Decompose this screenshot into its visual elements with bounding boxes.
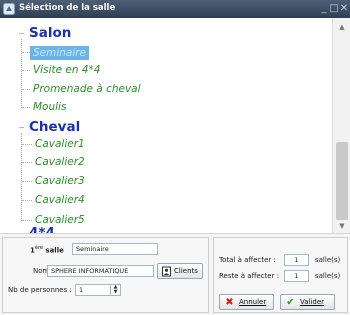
- room-selection-window: Sélection de la salle _ □ ✕ − Salon Semi…: [0, 0, 350, 315]
- tree-connector: [22, 107, 30, 108]
- tree-connector: [22, 220, 32, 221]
- bottom-panel: 1ère salle Seminaire Nom SPHERE INFORMAT…: [0, 233, 350, 315]
- tree-connector: [22, 70, 30, 71]
- validate-button[interactable]: ✔ Valider: [280, 294, 335, 310]
- collapse-icon[interactable]: −: [17, 29, 26, 38]
- cancel-x-icon: ✖: [225, 297, 234, 308]
- tree-connector: [22, 162, 32, 163]
- clients-icon: [161, 266, 172, 277]
- tree-item-seminaire[interactable]: Seminaire: [30, 46, 90, 60]
- reste-unit: salle(s): [315, 272, 341, 280]
- tree-group-cheval[interactable]: Cheval: [29, 119, 80, 135]
- tree-connector: [22, 144, 32, 145]
- nb-personnes-label: Nb de personnes :: [8, 286, 72, 294]
- tree-item-moulis[interactable]: Moulis: [33, 101, 66, 113]
- booking-form: 1ère salle Seminaire Nom SPHERE INFORMAT…: [2, 237, 209, 313]
- tree-item-cavalier3[interactable]: Cavalier3: [35, 175, 85, 187]
- salle-field[interactable]: Seminaire: [72, 243, 158, 255]
- tree-group-salon[interactable]: Salon: [29, 25, 71, 41]
- window-title: Sélection de la salle: [19, 3, 116, 13]
- salle-label: 1ère salle: [30, 245, 64, 255]
- scroll-up-icon[interactable]: ▲: [337, 22, 347, 32]
- scroll-down-icon[interactable]: ▼: [337, 221, 347, 231]
- tree-item-visite[interactable]: Visite en 4*4: [33, 64, 100, 76]
- total-value: 1: [284, 254, 309, 266]
- reste-label: Reste à affecter :: [219, 272, 280, 280]
- tree-item-promenade[interactable]: Promenade à cheval: [33, 83, 141, 95]
- checkmark-icon: ✔: [286, 297, 295, 308]
- stepper-arrows-icon[interactable]: ▲ ▼: [110, 285, 120, 295]
- nb-personnes-stepper[interactable]: 1 ▲ ▼: [75, 284, 121, 296]
- total-label: Total à affecter :: [219, 256, 276, 264]
- scroll-thumb[interactable]: [336, 142, 348, 220]
- cancel-button[interactable]: ✖ Annuler: [219, 294, 274, 310]
- tree-scrollbar[interactable]: ▲ ▼: [332, 18, 350, 233]
- tree-connector: [22, 200, 32, 201]
- tree-item-cavalier2[interactable]: Cavalier2: [35, 156, 85, 168]
- room-tree: − Salon Seminaire Visite en 4*4 Promenad…: [0, 18, 332, 233]
- tree-connector: [22, 89, 30, 90]
- tree-group-4x4[interactable]: 4*4: [29, 225, 55, 233]
- summary-panel: Total à affecter : 1 salle(s) Reste à af…: [213, 237, 348, 313]
- app-icon: [3, 3, 15, 15]
- tree-connector: [21, 133, 22, 221]
- close-button[interactable]: ✕: [338, 2, 350, 15]
- collapse-icon[interactable]: −: [17, 123, 26, 132]
- tree-connector: [22, 52, 30, 53]
- clients-button[interactable]: Clients: [157, 263, 203, 279]
- nom-field[interactable]: SPHERE INFORMATIQUE: [47, 265, 154, 277]
- tree-connector: [21, 39, 22, 108]
- tree-item-cavalier4[interactable]: Cavalier4: [35, 194, 85, 206]
- title-bar: Sélection de la salle _ □ ✕: [0, 0, 350, 18]
- tree-item-cavalier1[interactable]: Cavalier1: [35, 138, 85, 150]
- reste-value: 1: [284, 270, 309, 282]
- total-unit: salle(s): [315, 256, 341, 264]
- tree-connector: [22, 181, 32, 182]
